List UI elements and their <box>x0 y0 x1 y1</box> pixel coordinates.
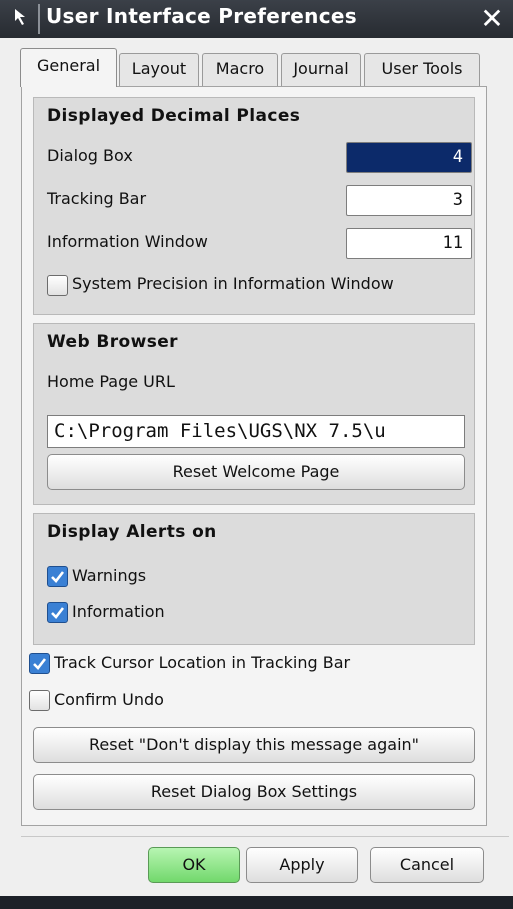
decimal-places-title: Displayed Decimal Places <box>47 106 301 126</box>
ok-button[interactable]: OK <box>148 847 240 883</box>
tab-layout[interactable]: Layout <box>119 53 199 86</box>
tab-bar: General Layout Macro Journal User Tools <box>20 48 510 87</box>
display-alerts-group: Display Alerts on Warnings Information <box>33 513 475 645</box>
desktop-background <box>0 896 513 909</box>
information-label: Information <box>72 602 165 621</box>
title-separator <box>38 4 40 34</box>
close-icon[interactable]: ✕ <box>477 4 507 34</box>
information-window-label: Information Window <box>47 232 208 251</box>
track-cursor-checkbox[interactable] <box>29 653 50 674</box>
reset-welcome-page-button[interactable]: Reset Welcome Page <box>47 454 465 490</box>
tracking-bar-decimals-field[interactable]: 3 <box>346 185 472 216</box>
information-checkbox[interactable] <box>47 602 68 623</box>
web-browser-title: Web Browser <box>47 332 178 352</box>
tab-user-tools[interactable]: User Tools <box>364 53 480 86</box>
checkmark-icon <box>33 658 47 670</box>
tab-journal[interactable]: Journal <box>281 53 361 86</box>
confirm-undo-label: Confirm Undo <box>54 690 164 709</box>
reset-dont-display-button[interactable]: Reset "Don't display this message again" <box>33 727 475 763</box>
preferences-dialog: User Interface Preferences ✕ General Lay… <box>0 0 513 896</box>
dialog-box-label: Dialog Box <box>47 146 133 165</box>
track-cursor-label: Track Cursor Location in Tracking Bar <box>54 653 351 672</box>
arrow-cursor-icon <box>10 5 34 31</box>
decimal-places-group: Displayed Decimal Places Dialog Box 4 Tr… <box>33 97 475 315</box>
tab-content-general: Displayed Decimal Places Dialog Box 4 Tr… <box>21 86 487 826</box>
confirm-undo-checkbox[interactable] <box>29 690 50 711</box>
tracking-bar-label: Tracking Bar <box>47 189 147 208</box>
checkmark-icon <box>51 571 65 583</box>
display-alerts-title: Display Alerts on <box>47 522 217 542</box>
system-precision-checkbox[interactable] <box>47 275 68 296</box>
footer-divider <box>21 836 509 837</box>
information-window-decimals-field[interactable]: 11 <box>346 228 472 259</box>
tab-general[interactable]: General <box>20 48 117 87</box>
tab-macro[interactable]: Macro <box>202 53 278 86</box>
warnings-label: Warnings <box>72 566 147 585</box>
home-page-url-label: Home Page URL <box>47 372 175 391</box>
system-precision-label: System Precision in Information Window <box>72 274 394 293</box>
warnings-checkbox[interactable] <box>47 566 68 587</box>
reset-dialog-settings-button[interactable]: Reset Dialog Box Settings <box>33 774 475 810</box>
web-browser-group: Web Browser Home Page URL C:\Program Fil… <box>33 323 475 505</box>
checkmark-icon <box>51 607 65 619</box>
cancel-button[interactable]: Cancel <box>370 847 484 883</box>
dialog-box-decimals-field[interactable]: 4 <box>346 142 472 173</box>
title-bar[interactable]: User Interface Preferences ✕ <box>0 0 513 38</box>
apply-button[interactable]: Apply <box>246 847 358 883</box>
home-page-url-field[interactable]: C:\Program Files\UGS\NX 7.5\u <box>47 415 465 448</box>
window-title: User Interface Preferences <box>46 4 357 28</box>
